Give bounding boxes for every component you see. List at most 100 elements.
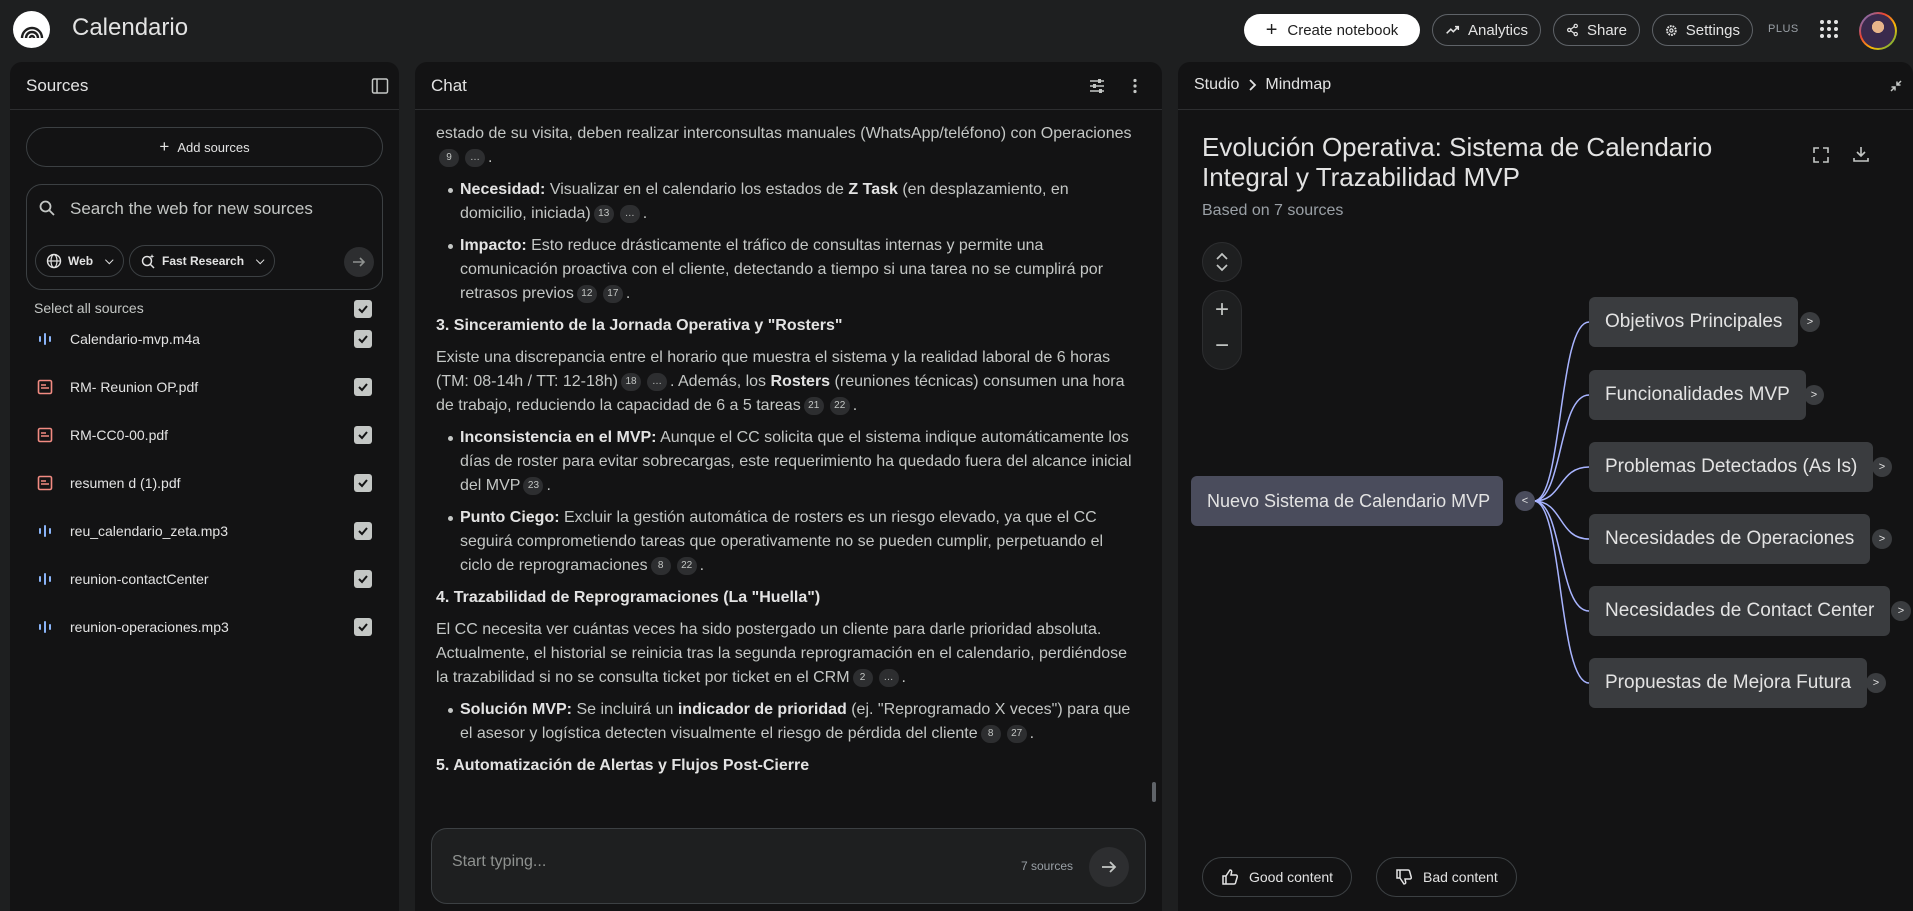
- source-checkbox[interactable]: [354, 426, 372, 444]
- add-sources-button[interactable]: + Add sources: [26, 127, 383, 167]
- apps-grid-icon[interactable]: [1820, 20, 1838, 38]
- notebook-title[interactable]: Calendario: [72, 14, 188, 42]
- check-icon: [358, 335, 368, 344]
- tune-icon[interactable]: [1088, 77, 1106, 95]
- citation-badge[interactable]: …: [465, 148, 485, 167]
- chat-panel: Chat estado de su visita, deben realizar…: [415, 62, 1162, 911]
- citation-badge[interactable]: …: [619, 204, 640, 223]
- avatar[interactable]: [1859, 12, 1897, 50]
- section-heading: 3. Sinceramiento de la Jornada Operativa…: [436, 317, 843, 334]
- top-bar: Calendario + Create notebook Analytics S…: [0, 0, 1913, 60]
- sources-title: Sources: [26, 76, 89, 95]
- source-item[interactable]: Calendario-mvp.m4a: [26, 319, 383, 359]
- citation-badge[interactable]: 23: [523, 476, 544, 495]
- source-checkbox[interactable]: [354, 330, 372, 348]
- citation-badge[interactable]: 9: [439, 148, 459, 167]
- fast-research-label: Fast Research: [162, 254, 245, 268]
- submit-search-button[interactable]: [344, 247, 374, 277]
- citation-badge[interactable]: 2: [852, 668, 873, 687]
- citation-badge[interactable]: 8: [980, 724, 1001, 743]
- citation-badge[interactable]: 18: [621, 372, 641, 391]
- add-sources-label: Add sources: [177, 139, 250, 155]
- citation-badge[interactable]: 13: [593, 204, 614, 223]
- source-item[interactable]: reunion-contactCenter: [26, 559, 383, 599]
- plan-badge: PLUS: [1768, 23, 1799, 35]
- fast-research-chip[interactable]: Fast Research ⌵: [129, 245, 276, 277]
- studio-panel: Studio Mindmap Evolución Operativa: Sist…: [1178, 62, 1913, 911]
- chat-input[interactable]: Start typing...: [452, 853, 546, 871]
- good-content-button[interactable]: Good content: [1202, 857, 1353, 897]
- citation-badge[interactable]: …: [878, 668, 899, 687]
- mindmap-node-problemas[interactable]: Problemas Detectados (As Is): [1589, 442, 1874, 492]
- chat-input-box[interactable]: Start typing... 7 sources: [431, 828, 1146, 904]
- chevron-down-icon: ⌵: [256, 254, 265, 267]
- source-checkbox[interactable]: [354, 570, 372, 588]
- source-item[interactable]: RM- Reunion OP.pdf: [26, 367, 383, 407]
- good-content-label: Good content: [1249, 869, 1334, 885]
- source-checkbox[interactable]: [354, 474, 372, 492]
- mindmap-root-node[interactable]: Nuevo Sistema de Calendario MVP: [1191, 476, 1503, 526]
- chat-response: estado de su visita, deben realizar inte…: [436, 122, 1136, 834]
- more-vert-icon[interactable]: [1126, 77, 1144, 95]
- share-button[interactable]: Share: [1553, 14, 1640, 46]
- expand-node-toggle[interactable]: >: [1872, 529, 1892, 549]
- list-item: Solución MVP: Se incluirá un indicador d…: [448, 698, 1136, 746]
- pdf-icon: [36, 474, 54, 492]
- expand-node-toggle[interactable]: >: [1872, 457, 1892, 477]
- web-chip[interactable]: Web ⌵: [35, 245, 125, 277]
- source-checkbox[interactable]: [354, 618, 372, 636]
- analytics-label: Analytics: [1467, 21, 1528, 39]
- chat-bullet-list: Inconsistencia en el MVP: Aunque el CC s…: [436, 426, 1136, 578]
- chat-bullet-list: Solución MVP: Se incluirá un indicador d…: [436, 698, 1136, 746]
- create-notebook-label: Create notebook: [1287, 21, 1399, 39]
- expand-node-toggle[interactable]: >: [1891, 601, 1911, 621]
- list-item: Necesidad: Visualizar en el calendario l…: [448, 178, 1136, 226]
- chat-header: Chat: [415, 62, 1162, 110]
- notebooklm-logo-icon[interactable]: [13, 11, 50, 48]
- expand-node-toggle[interactable]: >: [1866, 673, 1886, 693]
- settings-button[interactable]: Settings: [1652, 14, 1753, 46]
- bad-content-label: Bad content: [1423, 869, 1498, 885]
- search-input[interactable]: Search the web for new sources: [70, 199, 313, 219]
- mindmap-node-propuestas[interactable]: Propuestas de Mejora Futura: [1589, 658, 1868, 708]
- share-icon: [1567, 23, 1578, 37]
- select-all-checkbox[interactable]: [354, 300, 372, 318]
- collapse-panel-icon[interactable]: [371, 77, 389, 95]
- pdf-icon: [36, 426, 54, 444]
- analytics-button[interactable]: Analytics: [1432, 14, 1541, 46]
- source-checkbox[interactable]: [354, 522, 372, 540]
- citation-badge[interactable]: 8: [650, 556, 671, 575]
- select-all-label: Select all sources: [34, 300, 144, 316]
- source-item-label: resumen d (1).pdf: [70, 475, 181, 491]
- source-item[interactable]: resumen d (1).pdf: [26, 463, 383, 503]
- check-icon: [358, 305, 368, 314]
- collapse-root-toggle[interactable]: <: [1515, 491, 1535, 511]
- chat-paragraph: El CC necesita ver cuántas veces ha sido…: [436, 621, 1128, 687]
- mindmap-node-objetivos[interactable]: Objetivos Principales: [1589, 297, 1799, 347]
- mindmap-node-contact-center[interactable]: Necesidades de Contact Center: [1589, 586, 1891, 636]
- source-checkbox[interactable]: [354, 378, 372, 396]
- chat-scrollbar[interactable]: [1152, 782, 1156, 802]
- expand-node-toggle[interactable]: >: [1800, 312, 1820, 332]
- gear-icon: [1666, 24, 1677, 36]
- source-item[interactable]: reu_calendario_zeta.mp3: [26, 511, 383, 551]
- citation-badge[interactable]: 27: [1006, 724, 1027, 743]
- audio-icon: [36, 522, 54, 540]
- citation-badge[interactable]: 22: [829, 396, 850, 415]
- mindmap-node-operaciones[interactable]: Necesidades de Operaciones: [1589, 514, 1871, 564]
- source-item[interactable]: RM-CC0-00.pdf: [26, 415, 383, 455]
- chat-bullet-list: Necesidad: Visualizar en el calendario l…: [436, 178, 1136, 306]
- citation-badge[interactable]: 12: [576, 284, 597, 303]
- citation-badge[interactable]: 17: [602, 284, 623, 303]
- bad-content-button[interactable]: Bad content: [1376, 857, 1517, 897]
- expand-node-toggle[interactable]: >: [1804, 385, 1824, 405]
- mindmap-node-funcionalidades[interactable]: Funcionalidades MVP: [1589, 370, 1806, 420]
- send-button[interactable]: [1089, 847, 1129, 887]
- citation-badge[interactable]: …: [647, 372, 667, 391]
- check-icon: [358, 383, 368, 392]
- create-notebook-button[interactable]: + Create notebook: [1244, 14, 1420, 46]
- source-item[interactable]: reunion-operaciones.mp3: [26, 607, 383, 647]
- source-item-label: reunion-contactCenter: [70, 571, 209, 587]
- citation-badge[interactable]: 21: [803, 396, 824, 415]
- citation-badge[interactable]: 22: [676, 556, 697, 575]
